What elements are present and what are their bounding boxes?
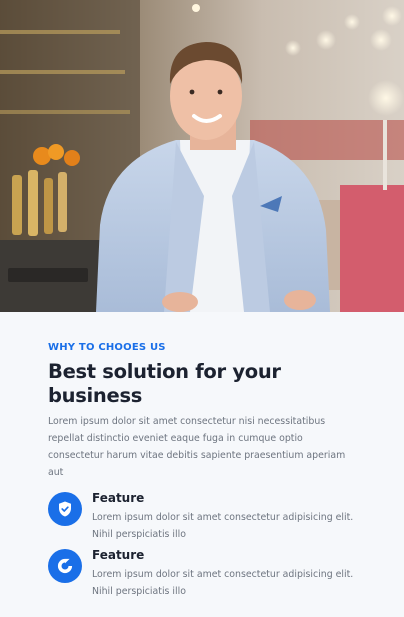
refresh-icon — [48, 549, 82, 583]
hero-photo — [0, 0, 404, 312]
feature-item: Feature Lorem ipsum dolor sit amet conse… — [48, 490, 356, 543]
feature-title: Feature — [92, 491, 145, 505]
why-choose-us-section: WHY TO CHOOES US Best solution for your … — [0, 312, 404, 617]
portrait-image — [0, 0, 404, 312]
shield-check-icon — [48, 492, 82, 526]
feature-title: Feature — [92, 548, 145, 562]
feature-description: Lorem ipsum dolor sit amet consectetur a… — [92, 569, 354, 597]
section-title: Best solution for your business — [48, 360, 281, 407]
page: WHY TO CHOOES US Best solution for your … — [0, 0, 404, 617]
section-eyebrow: WHY TO CHOOES US — [48, 342, 166, 353]
feature-description: Lorem ipsum dolor sit amet consectetur a… — [92, 512, 354, 540]
feature-item: Feature Lorem ipsum dolor sit amet conse… — [48, 547, 356, 600]
section-description: Lorem ipsum dolor sit amet consectetur n… — [48, 416, 346, 478]
